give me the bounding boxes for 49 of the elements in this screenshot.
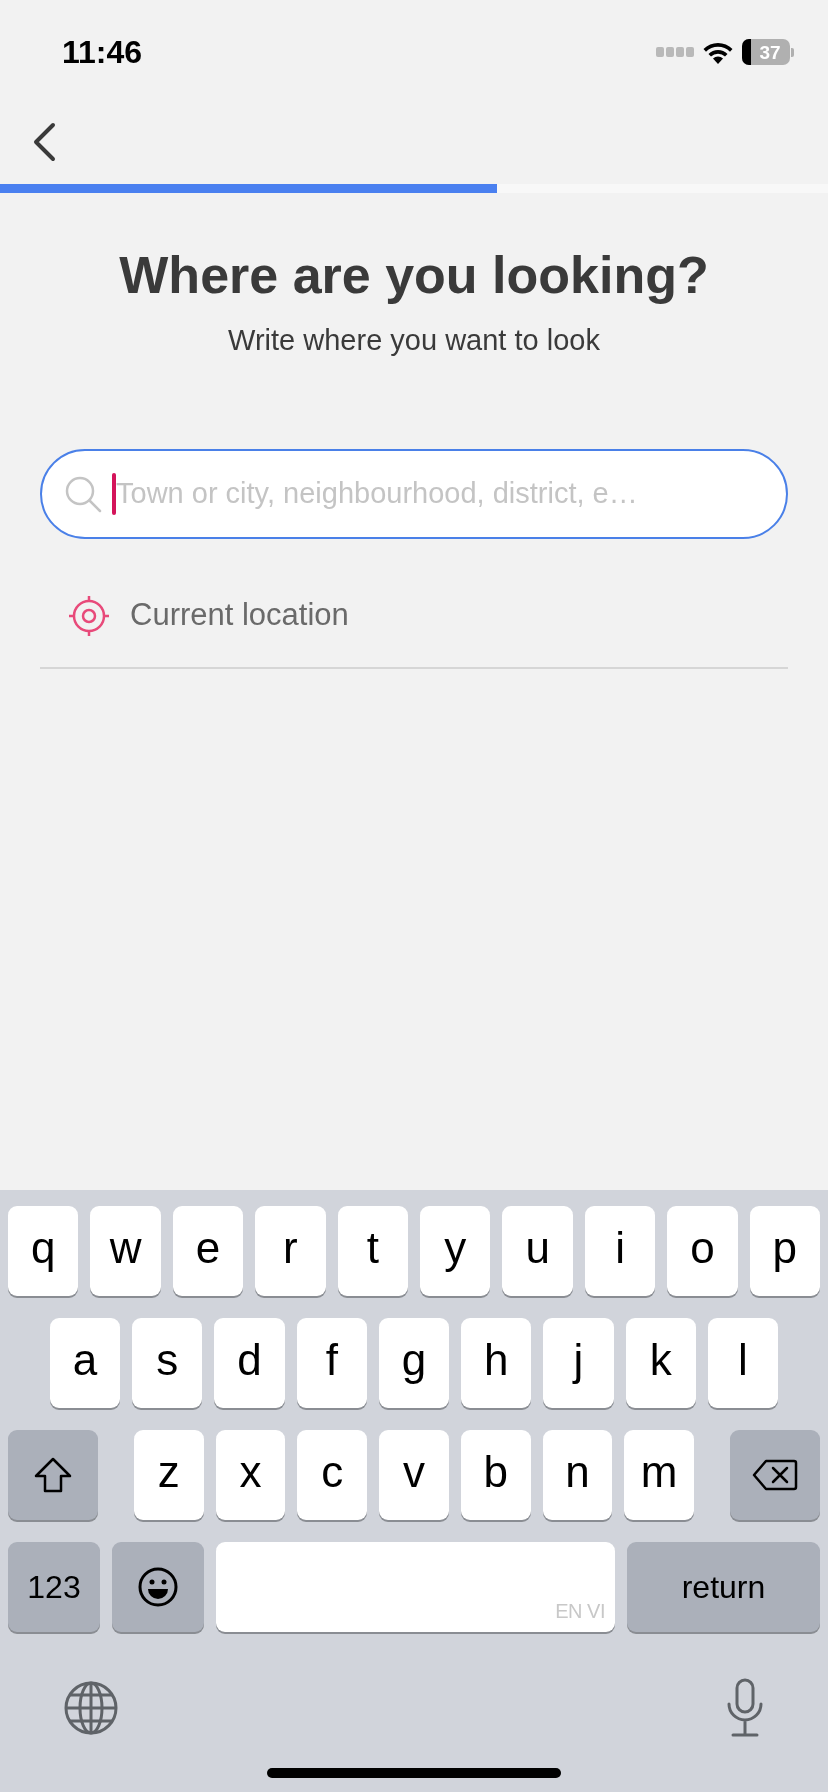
key[interactable]: s bbox=[132, 1318, 203, 1408]
delete-icon bbox=[752, 1459, 799, 1491]
search-icon bbox=[64, 474, 102, 513]
return-key[interactable]: return bbox=[627, 1542, 820, 1632]
wifi-icon bbox=[702, 40, 734, 64]
key[interactable]: j bbox=[543, 1318, 614, 1408]
key[interactable]: z bbox=[134, 1430, 204, 1520]
key[interactable]: b bbox=[460, 1430, 531, 1520]
key[interactable]: i bbox=[584, 1206, 656, 1296]
key[interactable]: w bbox=[90, 1206, 161, 1296]
key[interactable]: h bbox=[461, 1318, 532, 1408]
key[interactable]: a bbox=[50, 1318, 121, 1408]
microphone-icon[interactable] bbox=[725, 1678, 765, 1738]
key[interactable]: d bbox=[214, 1318, 285, 1408]
page-subtitle: Write where you want to look bbox=[228, 323, 600, 358]
key[interactable]: r bbox=[255, 1206, 326, 1296]
key[interactable]: c bbox=[297, 1430, 368, 1520]
text-cursor bbox=[112, 472, 116, 515]
shift-key[interactable] bbox=[8, 1430, 98, 1520]
key[interactable]: l bbox=[707, 1318, 778, 1408]
key[interactable]: t bbox=[337, 1206, 409, 1296]
key[interactable]: u bbox=[502, 1206, 573, 1296]
search-input[interactable]: Town or city, neighbourhood, district, e… bbox=[116, 471, 766, 516]
key[interactable]: o bbox=[667, 1206, 738, 1296]
emoji-key[interactable] bbox=[112, 1542, 204, 1632]
crosshair-icon bbox=[68, 594, 110, 637]
key[interactable]: p bbox=[749, 1206, 821, 1296]
chevron-left-icon bbox=[31, 122, 57, 162]
key[interactable]: g bbox=[378, 1318, 450, 1408]
key[interactable]: e bbox=[172, 1206, 244, 1296]
key[interactable]: f bbox=[296, 1318, 367, 1408]
key[interactable]: k bbox=[625, 1318, 696, 1408]
key[interactable]: v bbox=[379, 1430, 449, 1520]
page-title: Where are you looking? bbox=[119, 245, 709, 305]
smiley-icon bbox=[137, 1566, 179, 1608]
search-field[interactable]: Town or city, neighbourhood, district, e… bbox=[40, 448, 788, 539]
key[interactable]: y bbox=[420, 1206, 491, 1296]
status-time: 11:46 bbox=[62, 33, 143, 72]
current-location-button[interactable]: Current location bbox=[40, 584, 788, 647]
battery-level: 37 bbox=[759, 42, 781, 62]
shift-icon bbox=[33, 1456, 73, 1494]
key[interactable]: n bbox=[542, 1430, 613, 1520]
numbers-key[interactable]: 123 bbox=[8, 1542, 100, 1632]
delete-key[interactable] bbox=[730, 1430, 821, 1520]
key[interactable]: x bbox=[215, 1430, 286, 1520]
key[interactable]: q bbox=[8, 1206, 79, 1296]
signal-icon bbox=[656, 47, 694, 57]
globe-icon[interactable] bbox=[63, 1680, 119, 1736]
key[interactable]: m bbox=[624, 1430, 695, 1520]
